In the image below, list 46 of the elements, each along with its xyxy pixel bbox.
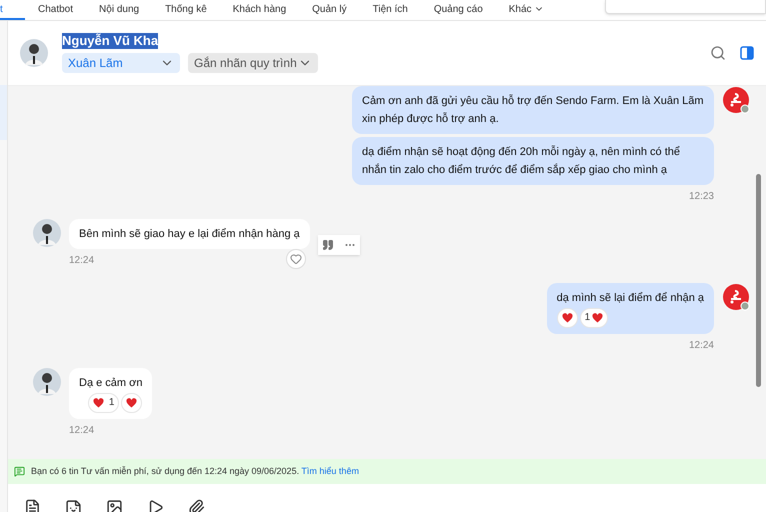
nav-tab[interactable]: Quản lý (299, 0, 360, 20)
heart-icon (126, 398, 138, 408)
contact-name: Nguyễn Vũ Kha (62, 33, 158, 49)
message-time: 12:24 (69, 425, 94, 437)
note-icon[interactable] (24, 499, 41, 512)
nav-tab[interactable]: Thống kê (152, 0, 220, 20)
message-bubble: dạ điểm nhận sẽ hoạt động đến 20h mỗi ngày ạ, nên mình có thể nhắn tin zalo cho điểm trước để điểm sắp xếp giao cho mình ạ (352, 137, 714, 185)
message-time: 12:24 (69, 255, 94, 267)
notice-text: Bạn có 6 tin Tư vấn miễn phí, sử dụng đến 12:24 ngày 09/06/2025. Tìm hiểu thêm (31, 464, 359, 478)
search-icon[interactable] (710, 45, 726, 61)
sticker-icon[interactable] (65, 499, 82, 512)
nav-tab[interactable]: Chatbot (25, 0, 86, 20)
attachment-icon[interactable] (188, 499, 205, 512)
heart-icon (592, 313, 604, 323)
message-bubble: Dạ e cảm ơn 1 (69, 368, 152, 419)
reaction-chip[interactable]: 1 (88, 393, 120, 413)
chat-icon (14, 466, 25, 477)
quote-icon[interactable] (322, 239, 334, 251)
nav-tab[interactable]: Nội dung (86, 0, 152, 20)
heart-icon (92, 398, 104, 408)
person-avatar-icon (33, 219, 61, 247)
message-time: 12:23 (688, 191, 714, 203)
video-icon[interactable] (147, 499, 164, 512)
shop-avatar-icon (722, 283, 750, 311)
nav-tab[interactable]: Quảng cáo (420, 0, 496, 20)
nav-tab[interactable]: Khác (496, 0, 557, 20)
nav-tab[interactable]: Tiện ích (360, 0, 421, 20)
nav-tab[interactable]: Khách hàng (220, 0, 300, 20)
reaction-chip[interactable]: 1 (580, 308, 608, 328)
person-avatar-icon (20, 39, 48, 67)
scrollbar-thumb[interactable] (756, 174, 761, 387)
heart-icon (562, 313, 573, 323)
reaction-chip[interactable] (556, 308, 578, 328)
person-avatar-icon (33, 368, 61, 396)
react-button[interactable] (286, 249, 306, 269)
assignee-dropdown[interactable]: Xuân Lãm (62, 53, 180, 73)
message-bubble: Cảm ơn anh đã gửi yêu cầu hỗ trợ đến Sendo Farm. Em là Xuân Lãm xin phép được hỗ trợ anh ạ. (352, 86, 714, 134)
heart-outline-icon (290, 253, 302, 265)
reaction-chip[interactable] (121, 393, 142, 413)
image-icon[interactable] (106, 499, 123, 512)
panel-toggle-icon[interactable] (740, 46, 754, 60)
label-dropdown[interactable]: Gắn nhãn quy trình (188, 53, 318, 73)
message-time: 12:24 (688, 340, 714, 352)
learn-more-link[interactable]: Tìm hiểu thêm (301, 466, 359, 476)
message-bubble: dạ mình sẽ lại điểm để nhận ạ 1 (546, 283, 714, 334)
message-bubble: Bên mình sẽ giao hay e lại điểm nhận hàng ạ (69, 219, 310, 249)
